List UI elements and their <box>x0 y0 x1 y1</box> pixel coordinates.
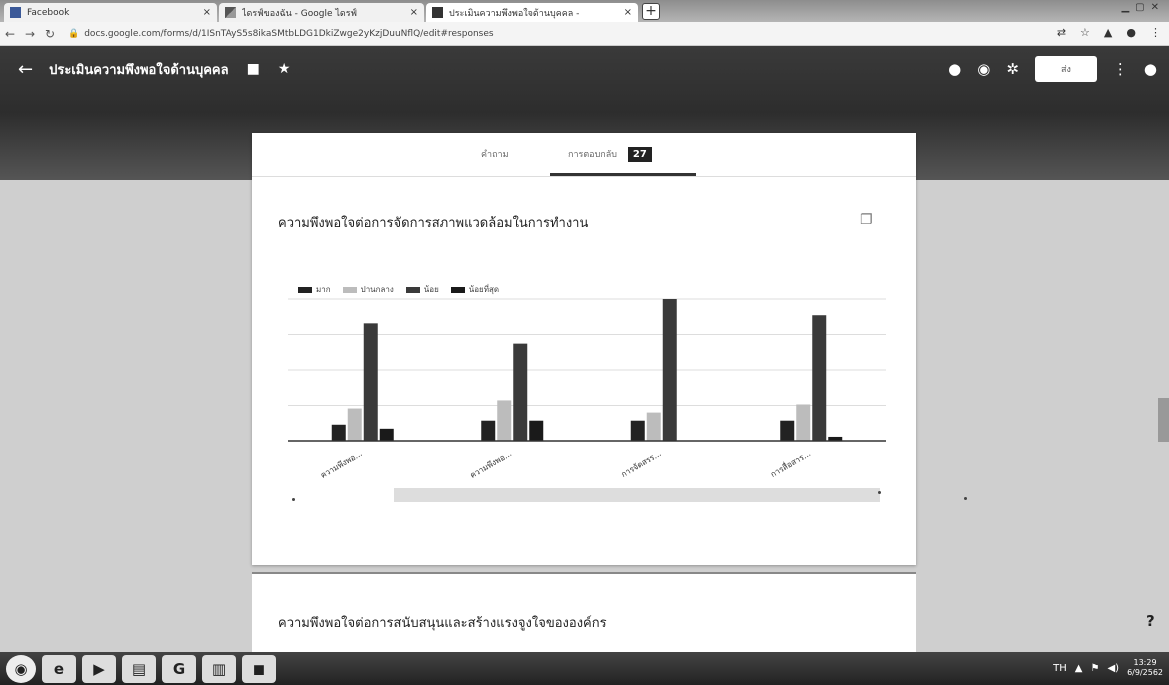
menu-icon[interactable]: ⋮ <box>1150 26 1161 39</box>
page-scrollbar-thumb[interactable] <box>1158 398 1169 442</box>
chart-bar <box>497 400 512 441</box>
close-icon[interactable]: × <box>624 7 632 18</box>
chart-bar <box>363 323 378 441</box>
legend-swatch <box>342 286 357 293</box>
star-icon[interactable]: ★ <box>278 61 291 77</box>
internet-explorer-icon[interactable]: e <box>42 654 76 683</box>
decorative-dot <box>964 497 967 500</box>
active-tab-indicator <box>550 173 696 176</box>
chart-bar <box>379 428 394 441</box>
bar-chart: ความพึงพอ... ความพึงพอ... การจัดสรร... การส… <box>288 298 886 480</box>
more-options-icon[interactable]: ⋮ <box>1113 60 1128 78</box>
legend-swatch <box>405 286 420 293</box>
url-field[interactable]: 🔒 docs.google.com/forms/d/1ISnTAyS5s8ika… <box>68 29 494 39</box>
chart-horizontal-scrollbar[interactable] <box>394 488 880 502</box>
taskbar: ◉ e ▶ ▤ G ▥ ◼ TH ▲ ⚑ ◀) 13:29 6/9/2562 <box>0 652 1169 685</box>
url-text: docs.google.com/forms/d/1ISnTAyS5s8ikaSM… <box>84 28 494 39</box>
browser-tab-forms[interactable]: ประเมินความพึงพอใจด้านบุคคล - × <box>426 3 638 22</box>
form-header: ← ประเมินความพึงพอใจด้านบุคคล ■ ★ ● ◉ ✲ … <box>0 46 1169 92</box>
line-chat-icon[interactable]: ◼ <box>242 654 276 683</box>
form-title: ประเมินความพึงพอใจด้านบุคคล <box>49 62 229 78</box>
reload-icon[interactable]: ↻ <box>40 27 60 41</box>
scroll-right-indicator <box>878 491 881 494</box>
chart-bar <box>662 299 677 441</box>
question-title: ความพึงพอใจต่อการจัดการสภาพแวดล้อมในการท… <box>278 216 589 231</box>
tab-responses-label: การตอบกลับ <box>568 150 617 160</box>
back-arrow-icon[interactable]: ← <box>18 59 33 80</box>
chart-bar <box>796 404 811 441</box>
x-tick-label: การสื่อสาร... <box>768 447 812 479</box>
legend-swatch <box>298 286 312 293</box>
chart-bar <box>812 315 827 441</box>
forms-icon <box>432 7 443 18</box>
help-icon[interactable]: ? <box>1146 612 1155 630</box>
lock-icon: 🔒 <box>68 28 80 39</box>
browser-tab-facebook[interactable]: Facebook × <box>4 3 217 22</box>
back-arrow-icon[interactable]: ← <box>0 27 20 41</box>
chart-bar <box>529 420 544 441</box>
form-header-actions: ● ◉ ✲ ส่ง ⋮ ● <box>948 56 1157 82</box>
window-controls[interactable]: ▁▢✕ <box>1121 2 1165 13</box>
translate-icon[interactable]: ⇄ <box>1057 26 1066 39</box>
tab-label: Facebook <box>27 7 70 18</box>
scroll-left-indicator <box>292 498 295 501</box>
settings-gear-icon[interactable]: ✲ <box>1006 60 1019 78</box>
profile-icon[interactable]: ● <box>1126 26 1136 39</box>
clock[interactable]: 13:29 6/9/2562 <box>1127 658 1163 678</box>
volume-icon[interactable]: ◀) <box>1107 663 1119 674</box>
star-icon[interactable]: ☆ <box>1080 26 1090 39</box>
clock-time: 13:29 <box>1133 658 1157 667</box>
send-button[interactable]: ส่ง <box>1034 56 1097 82</box>
drive-icon <box>225 7 236 18</box>
document-app-icon[interactable]: ▥ <box>202 654 236 683</box>
flag-icon[interactable]: ⚑ <box>1091 663 1100 674</box>
x-tick-label: ความพึงพอ... <box>319 449 364 480</box>
tab-label: ประเมินความพึงพอใจด้านบุคคล - <box>449 8 580 19</box>
chart-bar <box>513 343 528 441</box>
palette-icon[interactable]: ● <box>948 60 961 78</box>
chart-bar <box>646 412 661 441</box>
legend-swatch <box>450 286 465 293</box>
chart-bar <box>481 420 496 441</box>
browser-tab-drive[interactable]: ไดรฟ์ของฉัน - Google ไดรฟ์ × <box>219 3 424 22</box>
tab-questions[interactable]: คำถาม <box>481 147 509 161</box>
browser-tab-strip: Facebook × ไดรฟ์ของฉัน - Google ไดรฟ์ × … <box>0 0 1169 22</box>
form-tabs: คำถาม การตอบกลับ 27 <box>252 133 916 177</box>
response-count-badge: 27 <box>627 147 652 162</box>
question-title: ความพึงพอใจต่อการสนับสนุนและสร้างแรงจูงใ… <box>278 616 607 631</box>
x-tick-label: การจัดสรร... <box>620 449 663 479</box>
account-icon[interactable]: ● <box>1144 60 1157 78</box>
facebook-icon <box>10 7 21 18</box>
tab-label: ไดรฟ์ของฉัน - Google ไดรฟ์ <box>242 8 357 19</box>
chart-bar <box>780 420 795 441</box>
media-player-icon[interactable]: ▶ <box>82 654 116 683</box>
chrome-icon[interactable]: G <box>162 654 196 683</box>
response-summary-card: คำถาม การตอบกลับ 27 ความพึงพอใจต่อการจัด… <box>252 133 916 565</box>
close-icon[interactable]: × <box>410 7 418 18</box>
clock-date: 6/9/2562 <box>1127 668 1163 677</box>
chart-bar <box>630 420 645 441</box>
extension-icon[interactable]: ▲ <box>1104 26 1112 39</box>
tab-responses[interactable]: การตอบกลับ 27 <box>568 147 652 162</box>
forward-arrow-icon[interactable]: → <box>20 27 40 41</box>
language-icon[interactable]: TH <box>1053 663 1067 674</box>
file-explorer-icon[interactable]: ▤ <box>122 654 156 683</box>
copy-chart-icon[interactable]: ❐ <box>860 212 873 228</box>
x-tick-label: ความพึงพอ... <box>468 449 513 480</box>
chart-bar <box>347 408 362 441</box>
close-icon[interactable]: × <box>203 7 211 18</box>
address-bar: ← → ↻ 🔒 docs.google.com/forms/d/1ISnTAyS… <box>0 22 1169 46</box>
folder-icon[interactable]: ■ <box>247 61 260 77</box>
response-summary-card-2: ความพึงพอใจต่อการสนับสนุนและสร้างแรงจูงใ… <box>252 572 916 652</box>
system-tray: TH ▲ ⚑ ◀) 13:29 6/9/2562 <box>1053 658 1163 678</box>
chart-bar <box>331 424 346 441</box>
network-icon[interactable]: ▲ <box>1075 663 1083 674</box>
preview-eye-icon[interactable]: ◉ <box>977 60 990 78</box>
start-button-icon[interactable]: ◉ <box>6 654 36 683</box>
address-bar-actions: ⇄ ☆ ▲ ● ⋮ <box>1057 26 1161 39</box>
new-tab-button[interactable]: + <box>642 3 660 20</box>
